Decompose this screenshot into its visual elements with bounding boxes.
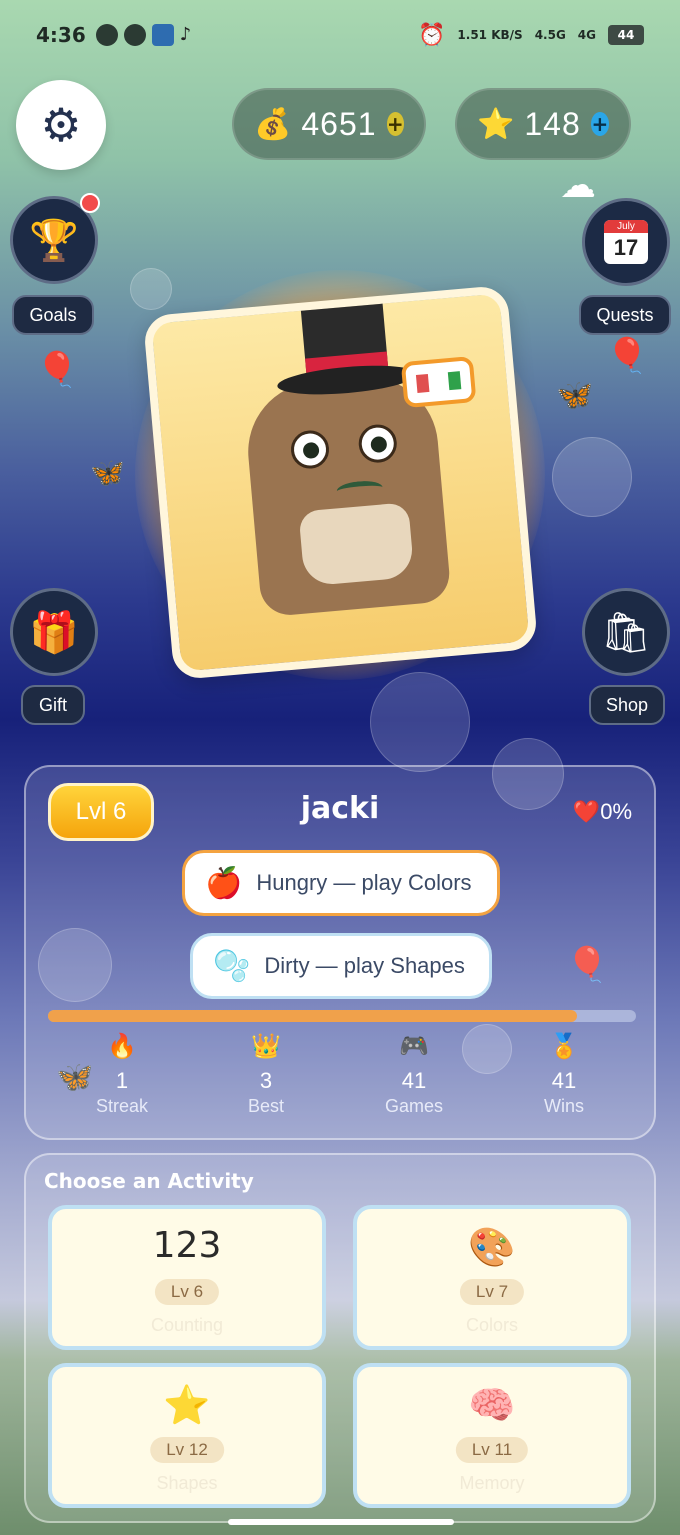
pet-progress-fill xyxy=(48,1010,578,1022)
stat-value: 41 xyxy=(401,1068,427,1093)
need-text: Hungry — play Colors xyxy=(256,870,472,895)
status-bar: 4:36 ♪ ⏰ 1.51 KB/S 4.5G 4G 44 xyxy=(0,0,680,70)
add-coins-icon[interactable]: + xyxy=(386,112,404,136)
stat-streak: 🔥 1 Streak xyxy=(62,1032,182,1117)
heart-icon: ❤️ xyxy=(572,799,601,824)
crown-icon: 👑 xyxy=(251,1033,281,1060)
tiktok-icon: ♪ xyxy=(179,24,192,45)
flag-tag-icon xyxy=(400,356,477,409)
need-hungry-button[interactable]: 🍎 Hungry — play Colors xyxy=(182,850,500,916)
need-text: Dirty — play Shapes xyxy=(264,953,465,978)
trophy-icon: 🏆 xyxy=(29,217,79,264)
flag-stripe xyxy=(415,373,430,393)
shop-label[interactable]: Shop xyxy=(589,685,665,725)
activity-level: Lv 7 xyxy=(459,1279,525,1305)
money-bag-icon: 💰 xyxy=(254,106,292,142)
activity-panel: Choose an Activity 123 Lv 6 Counting 🎨 L… xyxy=(24,1153,656,1523)
balloon-icon: 🎈 xyxy=(36,350,79,390)
notification-badge xyxy=(80,193,100,213)
network-speed: 1.51 KB/S xyxy=(457,28,523,42)
stars-counter[interactable]: ⭐ 148 + xyxy=(455,88,631,160)
activity-title: Choose an Activity xyxy=(44,1169,254,1193)
stat-label: Wins xyxy=(544,1096,584,1116)
stat-games: 🎮 41 Games xyxy=(354,1032,474,1117)
add-stars-icon[interactable]: + xyxy=(590,112,609,136)
status-indicators: ⏰ 1.51 KB/S 4.5G 4G 44 xyxy=(418,23,644,48)
gamepad-icon: 🎮 xyxy=(399,1033,429,1060)
status-time: 4:36 xyxy=(36,23,86,47)
butterfly-icon: 🦋 xyxy=(90,456,125,489)
star-icon: ⭐ xyxy=(477,106,515,142)
apple-icon: 🍎 xyxy=(205,866,243,900)
stat-label: Games xyxy=(384,1096,444,1116)
affection-value: 0% xyxy=(600,799,632,824)
activity-card-counting[interactable]: 123 Lv 6 Counting xyxy=(48,1205,326,1350)
butterfly-icon: 🦋 xyxy=(556,378,594,413)
stat-value: 41 xyxy=(551,1068,577,1093)
pet-name: jacki xyxy=(300,791,380,826)
coins-value: 4651 xyxy=(301,105,377,142)
flag-stripe xyxy=(431,372,446,392)
network-4-5g: 4.5G xyxy=(534,28,566,42)
activity-card-memory[interactable]: 🧠 Lv 11 Memory xyxy=(353,1363,631,1508)
need-dirty-button[interactable]: 🫧 Dirty — play Shapes xyxy=(190,933,492,999)
palette-icon: 🎨 xyxy=(468,1225,516,1269)
shop-button[interactable]: 🛍 xyxy=(582,588,670,676)
coins-counter[interactable]: 💰 4651 + xyxy=(232,88,426,160)
whatsapp-icon xyxy=(95,24,118,46)
brain-icon: 🧠 xyxy=(468,1383,516,1427)
home-indicator[interactable] xyxy=(228,1519,454,1525)
calendar-icon: July 17 xyxy=(604,220,648,264)
stars-value: 148 xyxy=(524,105,581,142)
settings-button[interactable]: ⚙ xyxy=(16,80,106,170)
soap-bubbles-icon: 🫧 xyxy=(213,949,251,983)
calendar-day: 17 xyxy=(613,235,639,260)
fire-icon: 🔥 xyxy=(107,1033,137,1060)
stat-value: 1 xyxy=(115,1068,129,1093)
activity-name: Memory xyxy=(459,1473,525,1493)
pet-card[interactable] xyxy=(142,284,539,681)
star-icon: ⭐ xyxy=(163,1383,211,1427)
app-icon xyxy=(151,24,174,46)
stat-wins: 🏅 41 Wins xyxy=(504,1032,624,1117)
pet-stats-panel: Lvl 6 jacki ❤️0% 🍎 Hungry — play Colors … xyxy=(24,765,656,1140)
pet-belly xyxy=(298,502,415,587)
gift-button[interactable]: 🎁 xyxy=(10,588,98,676)
cloud-icon: ☁ xyxy=(560,165,596,206)
bubble xyxy=(552,437,632,517)
activity-level: Lv 12 xyxy=(150,1437,224,1463)
bubble xyxy=(130,268,172,310)
activity-level: Lv 11 xyxy=(455,1437,529,1463)
battery-icon: 44 xyxy=(608,25,644,45)
activity-name: Colors xyxy=(465,1315,518,1335)
flag-stripe xyxy=(447,371,462,391)
network-4g: 4G xyxy=(577,28,596,42)
bubble xyxy=(370,672,470,772)
stat-label: Best xyxy=(247,1096,285,1116)
snapchat-icon xyxy=(123,24,146,46)
quests-label[interactable]: Quests xyxy=(579,295,671,335)
medal-icon: 🏅 xyxy=(549,1033,579,1060)
balloon-icon: 🎈 xyxy=(606,336,649,376)
shopping-bags-icon: 🛍 xyxy=(600,609,652,656)
activity-card-shapes[interactable]: ⭐ Lv 12 Shapes xyxy=(48,1363,326,1508)
gift-icon: 🎁 xyxy=(29,609,79,656)
gift-label[interactable]: Gift xyxy=(21,685,85,725)
numbers-icon: 123 xyxy=(152,1225,222,1266)
alarm-icon: ⏰ xyxy=(418,22,446,48)
stat-best: 👑 3 Best xyxy=(206,1032,326,1117)
gear-icon: ⚙ xyxy=(40,98,82,152)
stat-value: 3 xyxy=(259,1068,273,1093)
activity-card-colors[interactable]: 🎨 Lv 7 Colors xyxy=(353,1205,631,1350)
affection-meter: ❤️0% xyxy=(573,799,632,825)
activity-level: Lv 6 xyxy=(154,1279,220,1305)
activity-name: Counting xyxy=(150,1315,224,1335)
goals-label[interactable]: Goals xyxy=(12,295,94,335)
activity-name: Shapes xyxy=(156,1473,218,1493)
calendar-month: July xyxy=(604,220,648,233)
quests-button[interactable]: July 17 xyxy=(582,198,670,286)
stat-label: Streak xyxy=(95,1096,149,1116)
pet-progress-bar xyxy=(48,1010,636,1022)
